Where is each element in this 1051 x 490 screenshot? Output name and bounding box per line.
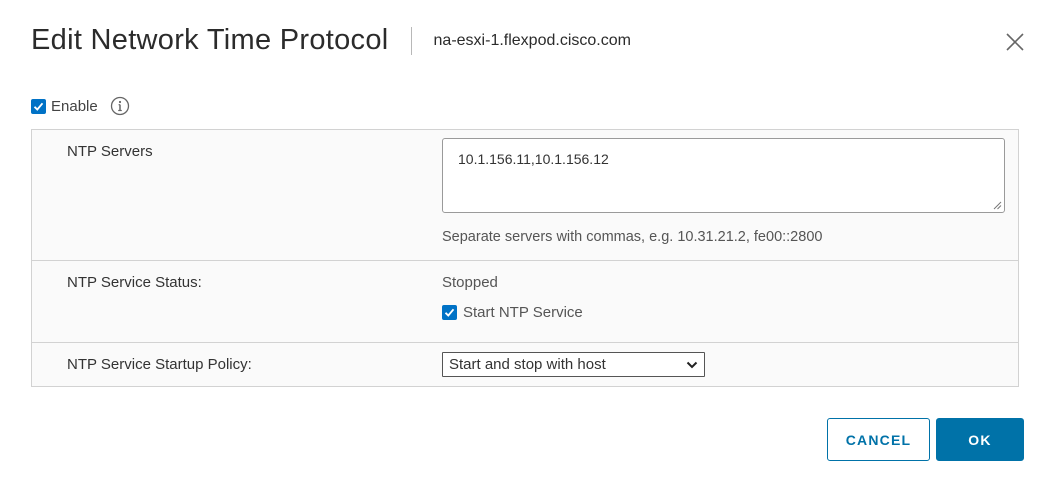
ntp-servers-label: NTP Servers	[67, 143, 153, 160]
enable-row: Enable	[31, 96, 130, 116]
start-ntp-service-row: Start NTP Service	[442, 304, 583, 321]
close-button[interactable]	[1005, 32, 1025, 52]
chevron-down-icon	[686, 361, 698, 368]
startup-policy-select[interactable]: Start and stop with host	[442, 352, 705, 377]
ntp-servers-row: NTP Servers 10.1.156.11,10.1.156.12 Sepa…	[32, 130, 1018, 261]
checkmark-icon	[33, 102, 44, 111]
host-name: na-esxi-1.flexpod.cisco.com	[433, 31, 631, 49]
start-ntp-service-label: Start NTP Service	[463, 304, 583, 321]
enable-label: Enable	[51, 97, 98, 115]
service-status-label: NTP Service Status:	[67, 274, 202, 291]
ntp-settings-panel: NTP Servers 10.1.156.11,10.1.156.12 Sepa…	[31, 129, 1019, 387]
startup-policy-row: NTP Service Startup Policy: Start and st…	[32, 343, 1018, 386]
info-icon[interactable]	[110, 96, 130, 116]
startup-policy-selected: Start and stop with host	[449, 356, 606, 373]
dialog-header: Edit Network Time Protocol na-esxi-1.fle…	[31, 24, 631, 57]
dialog-title: Edit Network Time Protocol	[31, 24, 389, 56]
enable-checkbox[interactable]	[31, 98, 46, 114]
checkmark-icon	[444, 308, 455, 317]
close-icon	[1006, 33, 1024, 51]
ntp-servers-hint: Separate servers with commas, e.g. 10.31…	[442, 229, 823, 245]
title-divider	[410, 26, 412, 55]
cancel-button[interactable]: CANCEL	[827, 418, 930, 461]
resize-grip-icon[interactable]	[993, 201, 1002, 210]
startup-policy-label: NTP Service Startup Policy:	[67, 356, 252, 373]
edit-ntp-dialog: Edit Network Time Protocol na-esxi-1.fle…	[0, 0, 1051, 490]
service-status-row: NTP Service Status: Stopped Start NTP Se…	[32, 261, 1018, 343]
ntp-servers-value: 10.1.156.11,10.1.156.12	[458, 151, 609, 167]
service-status-value: Stopped	[442, 274, 498, 291]
start-ntp-service-checkbox[interactable]	[442, 305, 457, 320]
ntp-servers-input[interactable]: 10.1.156.11,10.1.156.12	[442, 138, 1005, 213]
ok-button[interactable]: OK	[936, 418, 1024, 461]
